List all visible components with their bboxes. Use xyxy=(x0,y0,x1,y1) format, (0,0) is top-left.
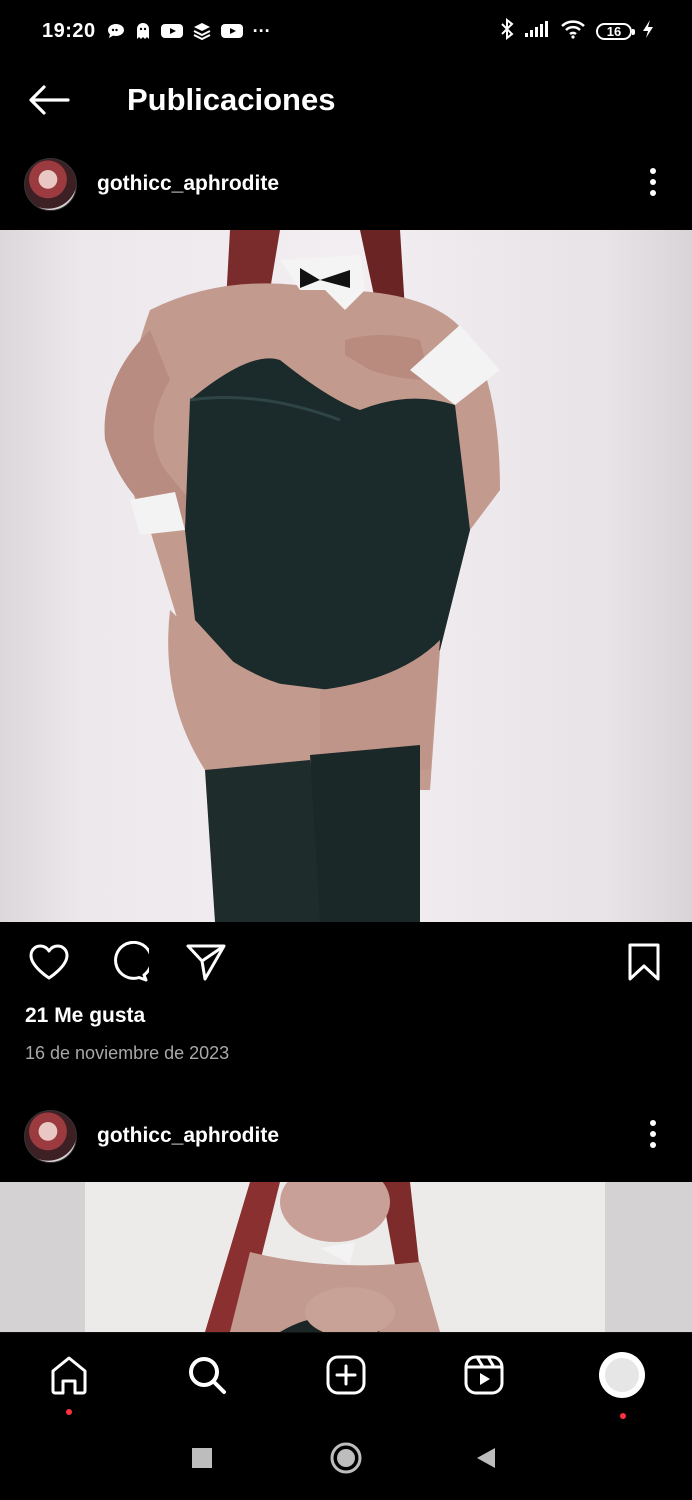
post-image[interactable] xyxy=(0,1182,692,1332)
page-title: Publicaciones xyxy=(127,82,336,117)
battery-icon: 16 xyxy=(596,22,635,40)
profile-icon xyxy=(598,1351,646,1404)
post-photo xyxy=(104,230,500,922)
back-button[interactable] xyxy=(26,82,72,122)
post-photo xyxy=(85,1182,605,1332)
profile-notification-dot xyxy=(620,1413,626,1419)
bottom-navigation xyxy=(0,1332,692,1421)
bookmark-icon xyxy=(626,942,662,987)
reels-icon xyxy=(463,1354,505,1401)
page-header: Publicaciones xyxy=(0,70,692,132)
signal-icon xyxy=(524,20,550,43)
post-username[interactable]: gothicc_aphrodite xyxy=(97,172,279,196)
arrow-left-icon xyxy=(28,84,70,121)
recents-button[interactable] xyxy=(182,1440,222,1480)
chat-bubble-icon xyxy=(106,22,126,40)
system-back-button[interactable] xyxy=(466,1440,506,1480)
notification-icons: ··· xyxy=(106,21,271,42)
wifi-icon xyxy=(560,19,586,44)
comment-icon xyxy=(107,940,154,988)
create-icon xyxy=(325,1354,367,1401)
post-header: gothicc_aphrodite xyxy=(0,1098,692,1174)
youtube-icon xyxy=(160,22,184,40)
stack-icon xyxy=(193,22,211,40)
avatar[interactable] xyxy=(24,157,77,211)
system-home-button[interactable] xyxy=(326,1440,366,1480)
bluetooth-icon xyxy=(500,17,514,45)
post-actions xyxy=(0,930,692,994)
avatar[interactable] xyxy=(24,1109,77,1163)
post-header: gothicc_aphrodite xyxy=(0,146,692,222)
nav-reels[interactable] xyxy=(458,1351,510,1403)
charging-bolt-icon xyxy=(642,19,654,44)
status-time: 19:20 xyxy=(42,19,96,42)
more-vertical-icon xyxy=(649,167,657,202)
post-username[interactable]: gothicc_aphrodite xyxy=(97,1124,279,1148)
ghost-icon xyxy=(135,22,151,40)
home-circle-icon xyxy=(329,1441,363,1480)
comment-button[interactable] xyxy=(104,940,154,988)
post-image[interactable] xyxy=(0,230,692,922)
status-bar: 19:20 ··· 16 xyxy=(0,0,692,62)
more-notifications: ··· xyxy=(252,20,271,41)
post-date: 16 de noviembre de 2023 xyxy=(25,1043,230,1063)
heart-icon xyxy=(28,943,70,986)
like-button[interactable] xyxy=(25,940,73,988)
more-vertical-icon xyxy=(649,1119,657,1154)
home-notification-dot xyxy=(66,1409,72,1415)
recents-icon xyxy=(191,1447,213,1474)
nav-search[interactable] xyxy=(181,1351,233,1403)
more-options-button[interactable] xyxy=(640,164,666,204)
back-triangle-icon xyxy=(475,1446,497,1475)
share-button[interactable] xyxy=(182,940,230,988)
nav-create[interactable] xyxy=(320,1351,372,1403)
home-icon xyxy=(48,1354,90,1401)
like-count[interactable]: 21 Me gusta xyxy=(25,1004,145,1028)
nav-profile[interactable] xyxy=(596,1351,648,1403)
system-navigation xyxy=(0,1420,692,1500)
share-icon xyxy=(185,942,227,987)
youtube-icon xyxy=(220,22,244,40)
nav-home[interactable] xyxy=(43,1351,95,1403)
more-options-button[interactable] xyxy=(640,1116,666,1156)
search-icon xyxy=(186,1354,228,1401)
save-button[interactable] xyxy=(620,940,668,988)
